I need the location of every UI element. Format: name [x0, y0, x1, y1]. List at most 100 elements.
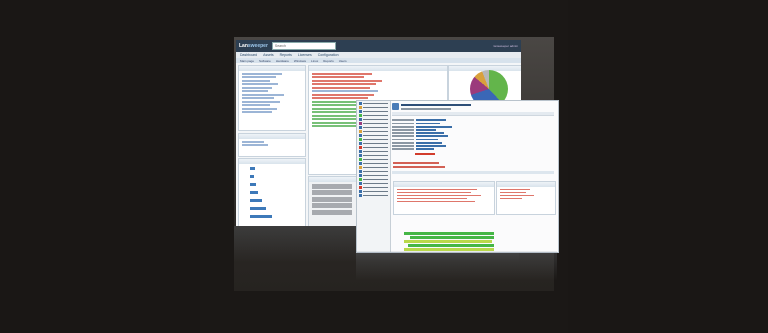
alert-item[interactable]	[312, 79, 382, 82]
event-item[interactable]	[397, 191, 471, 193]
tree-item[interactable]	[359, 126, 388, 129]
asset-subtitle	[401, 108, 451, 110]
subnav-reports[interactable]: Reports	[323, 59, 334, 63]
subnav-main-page[interactable]: Main page	[240, 59, 254, 63]
list-item[interactable]	[242, 79, 270, 82]
summary-panel	[496, 181, 556, 215]
menu-dashboard[interactable]: Dashboard	[240, 53, 257, 57]
tree-item[interactable]	[359, 134, 388, 137]
list-item[interactable]	[242, 90, 268, 92]
sub-navigation: Main page Software Hardware Windows Linu…	[236, 58, 521, 63]
list-item[interactable]	[242, 144, 268, 146]
menu-licenses[interactable]: Licenses	[298, 53, 312, 57]
computer-icon	[392, 103, 399, 110]
chart-bar	[250, 207, 266, 210]
subnav-hardware[interactable]: Hardware	[276, 59, 289, 63]
shortcuts-panel	[238, 133, 306, 157]
logo-prefix: Lan	[239, 43, 248, 49]
tree-item[interactable]	[359, 106, 388, 109]
list-item[interactable]	[242, 72, 282, 75]
alert-item[interactable]	[312, 76, 364, 78]
tree-item[interactable]	[359, 110, 388, 113]
warning-section[interactable]	[393, 162, 439, 164]
subnav-windows[interactable]: Windows	[294, 59, 306, 63]
asset-detail-screenshot	[356, 100, 559, 253]
heatmap-row	[410, 236, 494, 239]
tree-item[interactable]	[359, 182, 388, 185]
subnav-software[interactable]: Software	[259, 59, 271, 63]
event-item[interactable]	[397, 197, 467, 199]
tree-item[interactable]	[359, 162, 388, 165]
tree-item[interactable]	[359, 158, 388, 161]
tree-item[interactable]	[359, 118, 388, 121]
panel-header	[497, 182, 555, 187]
list-item[interactable]	[242, 76, 276, 78]
asset-fields	[392, 118, 556, 151]
top-bar: Lansweeper Search lansweeper admin	[236, 40, 521, 52]
tree-item[interactable]	[359, 114, 388, 117]
summary-item[interactable]	[500, 197, 522, 199]
tree-item[interactable]	[359, 190, 388, 193]
menu-configuration[interactable]: Configuration	[318, 53, 339, 57]
alert-item[interactable]	[312, 83, 376, 85]
tree-item[interactable]	[359, 194, 388, 197]
tree-item[interactable]	[359, 122, 388, 125]
bar-chart-panel	[238, 158, 306, 226]
summary-item[interactable]	[500, 194, 534, 196]
alert-item[interactable]	[312, 72, 372, 75]
alert-item[interactable]	[312, 93, 374, 96]
tree-item[interactable]	[359, 186, 388, 189]
thumbnail-row[interactable]	[312, 209, 352, 215]
tree-item[interactable]	[359, 166, 388, 169]
event-item[interactable]	[397, 200, 475, 202]
thumbnail-row[interactable]	[312, 196, 352, 202]
thumbnails-panel	[308, 176, 360, 226]
right-background	[568, 0, 768, 333]
summary-item[interactable]	[500, 191, 526, 193]
app-logo[interactable]: Lansweeper	[239, 43, 268, 49]
alert-item[interactable]	[312, 86, 370, 89]
tree-item[interactable]	[359, 102, 388, 105]
search-input[interactable]: Search	[271, 42, 336, 50]
info-item[interactable]	[312, 90, 378, 92]
list-item[interactable]	[242, 97, 274, 99]
thumbnail-row[interactable]	[312, 190, 352, 195]
left-background	[0, 0, 200, 333]
asset-list-panel	[238, 65, 306, 131]
thumbnail-row[interactable]	[312, 203, 352, 208]
list-item[interactable]	[242, 107, 277, 110]
event-item[interactable]	[397, 194, 481, 196]
tree-item[interactable]	[359, 154, 388, 157]
tree-item[interactable]	[359, 170, 388, 173]
tree-item[interactable]	[359, 174, 388, 177]
panel-header	[309, 66, 447, 71]
tree-item[interactable]	[359, 138, 388, 141]
list-item[interactable]	[242, 140, 264, 143]
warning-section[interactable]	[393, 166, 445, 168]
toolbar	[392, 112, 554, 116]
list-item[interactable]	[242, 83, 278, 85]
list-item[interactable]	[242, 111, 272, 113]
panel-header	[239, 66, 305, 71]
tree-item[interactable]	[359, 150, 388, 153]
chart-bar	[250, 167, 255, 170]
list-item[interactable]	[242, 86, 272, 89]
thumbnail-row[interactable]	[312, 183, 352, 189]
events-panel	[393, 181, 495, 215]
subnav-linux[interactable]: Linux	[311, 59, 318, 63]
tree-item[interactable]	[359, 146, 388, 149]
alert-item[interactable]	[312, 97, 368, 99]
menu-reports[interactable]: Reports	[280, 53, 292, 57]
event-item[interactable]	[397, 188, 477, 190]
list-item[interactable]	[242, 100, 280, 103]
tree-item[interactable]	[359, 130, 388, 133]
tree-item[interactable]	[359, 142, 388, 145]
asset-title	[401, 104, 471, 106]
heatmap-row	[404, 232, 494, 235]
summary-item[interactable]	[500, 188, 530, 190]
list-item[interactable]	[242, 93, 284, 96]
subnav-users[interactable]: Users	[339, 59, 347, 63]
list-item[interactable]	[242, 104, 270, 106]
menu-assets[interactable]: Assets	[263, 53, 274, 57]
tree-item[interactable]	[359, 178, 388, 181]
